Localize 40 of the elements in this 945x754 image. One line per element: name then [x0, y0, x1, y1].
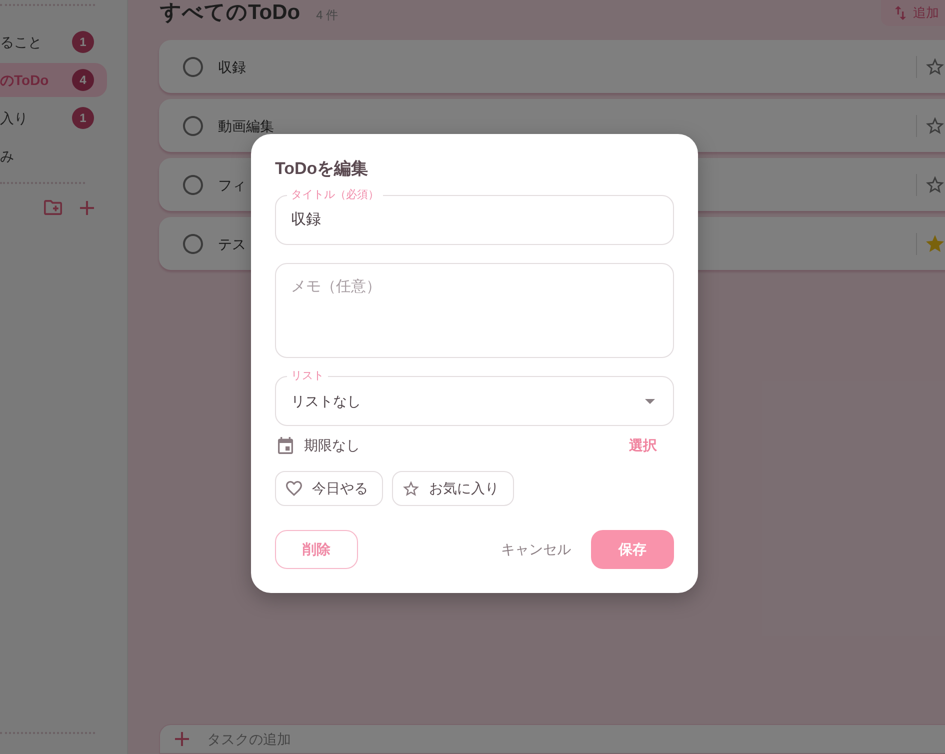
delete-button[interactable]: 削除: [275, 530, 358, 569]
heart-icon: [286, 481, 302, 496]
add-task-field[interactable]: タスクの追加: [159, 724, 945, 754]
task-title: 動画編集: [218, 118, 274, 134]
star-icon: [403, 481, 419, 496]
sidebar-item[interactable]: のToDo 4: [0, 63, 107, 97]
title-field[interactable]: タイトル（必須） 収録: [275, 188, 674, 245]
count-badge: 1: [72, 107, 94, 129]
dialog-title: ToDoを編集: [275, 158, 370, 180]
field-label: リスト: [290, 369, 325, 383]
sort-arrows-icon: [895, 6, 906, 20]
task-row[interactable]: 収録: [159, 40, 945, 93]
due-date-text: 期限なし: [304, 436, 360, 454]
calendar-icon: [278, 436, 293, 454]
task-title: テス: [218, 236, 246, 252]
cancel-button[interactable]: キャンセル: [489, 530, 583, 569]
list-select[interactable]: リスト リストなし: [275, 369, 674, 426]
folder-plus-icon[interactable]: [44, 200, 62, 215]
task-title: フィ: [218, 176, 246, 192]
star-icon[interactable]: [926, 235, 944, 252]
save-button[interactable]: 保存: [591, 530, 674, 569]
toggle-chip[interactable]: 今日やる: [275, 471, 383, 506]
memo-field[interactable]: メモ（任意）: [275, 263, 674, 358]
field-label: タイトル（必須）: [290, 188, 380, 202]
star-icon[interactable]: [926, 58, 944, 75]
select-date-link[interactable]: 選択: [617, 434, 669, 456]
star-icon[interactable]: [926, 176, 944, 193]
caret-down-icon: [645, 398, 655, 404]
page-title: すべてのToDo: [160, 0, 300, 26]
sidebar-item[interactable]: 入り 1: [0, 101, 107, 135]
plus-icon[interactable]: [80, 200, 94, 214]
sidebar-item[interactable]: み: [0, 139, 107, 173]
count-badge: 1: [72, 31, 94, 53]
count-badge: 4: [72, 69, 94, 91]
toggle-chip[interactable]: お気に入り: [392, 471, 514, 506]
sort-button[interactable]: 追加: [881, 0, 945, 26]
sidebar-item[interactable]: ること 1: [0, 25, 107, 59]
plus-icon: [175, 732, 189, 746]
star-icon[interactable]: [926, 117, 944, 134]
task-title: 収録: [218, 58, 246, 74]
